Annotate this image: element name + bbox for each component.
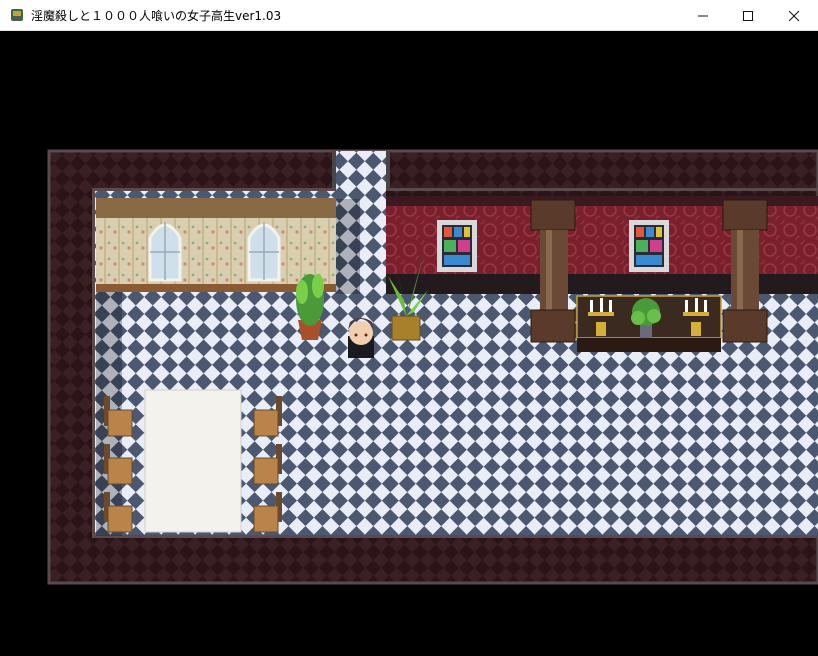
close-icon [788,10,800,21]
minimize-button[interactable] [680,0,726,31]
stained-glass-left [437,220,477,272]
stained-glass-right [629,220,669,272]
window-title: 淫魔殺しと１０００人喰いの女子高生ver1.03 [31,9,282,23]
maximize-icon [743,10,753,21]
gothic-window-right [247,222,281,282]
minimize-icon [698,15,708,16]
close-button[interactable] [771,0,817,31]
maximize-button[interactable] [725,0,771,31]
cream-wallpaper [96,218,336,286]
game-window: 淫魔殺しと１０００人喰いの女子高生ver1.03 [0,0,818,656]
dining-table[interactable] [144,389,242,533]
map-view [47,149,818,585]
title-bar[interactable]: 淫魔殺しと１０００人喰いの女子高生ver1.03 [0,0,818,31]
rpg-maker-app-icon [11,9,23,21]
gothic-window-left [148,222,182,282]
player-character[interactable] [348,318,374,358]
game-canvas[interactable] [0,31,818,656]
potted-plant-left[interactable] [296,274,324,340]
